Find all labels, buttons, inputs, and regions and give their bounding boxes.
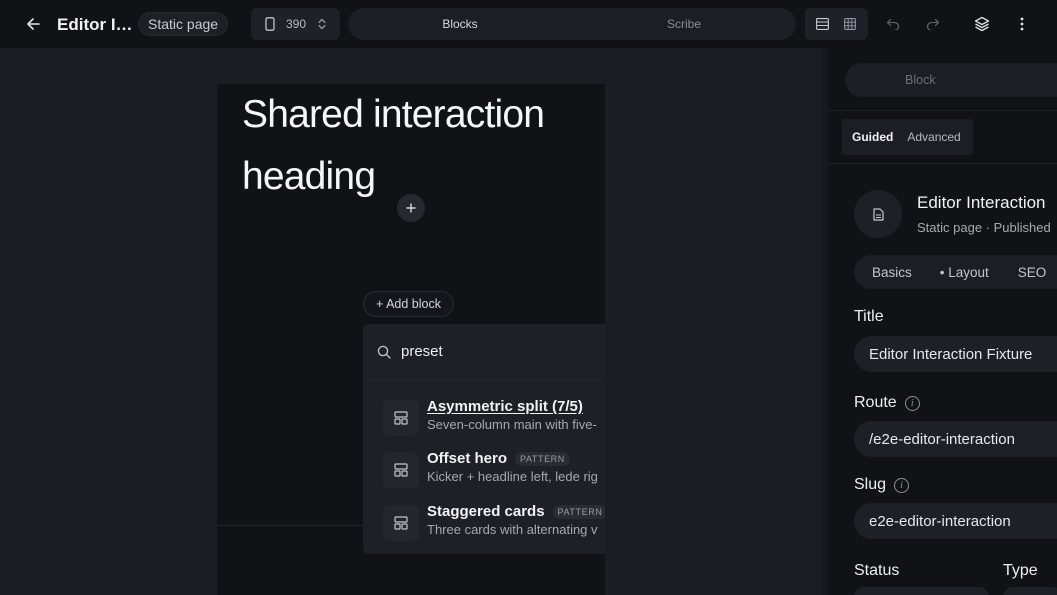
result-description: Kicker + headline left, lede rig bbox=[427, 469, 598, 484]
search-icon bbox=[377, 345, 391, 359]
block-picker: Asymmetric split (7/5) Seven-column main… bbox=[363, 324, 605, 554]
redo-button[interactable] bbox=[920, 11, 946, 37]
slug-field[interactable] bbox=[854, 503, 1057, 539]
result-name: Staggered cards bbox=[427, 503, 545, 520]
panel-divider bbox=[828, 110, 1057, 111]
result-badge: PATTERN bbox=[515, 451, 570, 466]
insert-block-button[interactable] bbox=[397, 194, 425, 222]
list-icon bbox=[816, 18, 830, 30]
inspector-subtabs: Basics • Layout SEO bbox=[854, 255, 1057, 289]
document-icon bbox=[872, 207, 884, 221]
slug-label: Slug i bbox=[854, 476, 910, 494]
info-icon[interactable]: i bbox=[894, 477, 910, 493]
editor-mode-tabs: Blocks Scribe bbox=[348, 8, 796, 40]
inspector-mode-toggle: Guided Advanced bbox=[842, 119, 973, 155]
top-bar: Editor I… Static page 390 Blocks Scribe bbox=[0, 0, 1057, 48]
tab-blocks[interactable]: Blocks bbox=[348, 8, 572, 40]
picker-search-input[interactable] bbox=[401, 343, 591, 360]
viewport-width-value: 390 bbox=[286, 17, 307, 31]
more-menu-button[interactable] bbox=[1009, 11, 1035, 37]
page-type-badge: Static page bbox=[138, 12, 229, 36]
undo-icon bbox=[886, 18, 900, 30]
subtab-seo[interactable]: SEO bbox=[1018, 265, 1047, 280]
page-card-title: Editor Interaction bbox=[917, 193, 1046, 212]
view-toggle bbox=[805, 8, 868, 40]
arrow-left-icon bbox=[27, 18, 40, 30]
route-input[interactable] bbox=[869, 430, 1057, 448]
route-label: Route i bbox=[854, 394, 920, 412]
grid-icon bbox=[844, 18, 857, 30]
title-label: Title bbox=[854, 308, 884, 325]
layout-pattern-icon bbox=[383, 452, 419, 488]
mobile-device-icon bbox=[265, 17, 275, 31]
mode-advanced[interactable]: Advanced bbox=[903, 130, 970, 144]
section-divider bbox=[217, 525, 363, 526]
info-icon[interactable]: i bbox=[904, 395, 920, 411]
grid-view-button[interactable] bbox=[837, 11, 863, 37]
layout-pattern-icon bbox=[383, 505, 419, 541]
plus-icon bbox=[406, 203, 416, 213]
layers-icon bbox=[974, 16, 990, 32]
editor-canvas: Shared interaction heading + Add block A… bbox=[0, 48, 822, 595]
mode-guided[interactable]: Guided bbox=[842, 130, 903, 144]
layout-pattern-icon bbox=[383, 400, 419, 436]
type-select[interactable] bbox=[1003, 587, 1057, 595]
route-field[interactable] bbox=[854, 421, 1057, 457]
picker-search-bar bbox=[363, 324, 605, 380]
picker-result-offset-hero[interactable]: Offset hero PATTERN Kicker + headline lef… bbox=[363, 447, 605, 497]
page-preview: Shared interaction heading + Add block A… bbox=[217, 84, 605, 595]
inspector-panel: Block Guided Advanced Editor Interaction… bbox=[828, 48, 1057, 595]
page-card-subtitle: Static page · Published bbox=[917, 220, 1051, 235]
picker-result-asymmetric-split[interactable]: Asymmetric split (7/5) Seven-column main… bbox=[363, 395, 605, 445]
chevron-up-down-icon bbox=[318, 18, 326, 30]
panel-divider bbox=[828, 163, 1057, 164]
tab-block[interactable]: Block bbox=[845, 63, 1057, 97]
type-label: Type bbox=[1003, 562, 1038, 579]
result-name: Asymmetric split (7/5) bbox=[427, 398, 583, 415]
page-card-icon bbox=[854, 190, 902, 238]
undo-button[interactable] bbox=[880, 11, 906, 37]
slug-input[interactable] bbox=[869, 512, 1057, 530]
page-heading[interactable]: Shared interaction heading bbox=[242, 84, 602, 208]
redo-icon bbox=[926, 18, 940, 30]
document-title: Editor I… bbox=[57, 15, 133, 34]
title-input[interactable] bbox=[869, 345, 1057, 363]
layers-button[interactable] bbox=[969, 11, 995, 37]
back-button[interactable] bbox=[20, 12, 46, 36]
more-vertical-icon bbox=[1020, 17, 1024, 31]
list-view-button[interactable] bbox=[810, 11, 836, 37]
result-name: Offset hero bbox=[427, 450, 508, 467]
status-label: Status bbox=[854, 562, 900, 579]
viewport-width-select[interactable]: 390 bbox=[251, 8, 340, 40]
result-description: Seven-column main with five- bbox=[427, 417, 597, 432]
add-block-button[interactable]: + Add block bbox=[363, 291, 454, 317]
title-field[interactable] bbox=[854, 336, 1057, 372]
tab-scribe[interactable]: Scribe bbox=[572, 8, 796, 40]
subtab-basics[interactable]: Basics bbox=[872, 265, 912, 280]
subtab-layout[interactable]: • Layout bbox=[940, 265, 989, 280]
result-description: Three cards with alternating v bbox=[427, 522, 598, 537]
picker-result-staggered-cards[interactable]: Staggered cards PATTERN Three cards with … bbox=[363, 500, 605, 550]
result-badge: PATTERN bbox=[552, 504, 605, 519]
status-select[interactable] bbox=[854, 587, 989, 595]
